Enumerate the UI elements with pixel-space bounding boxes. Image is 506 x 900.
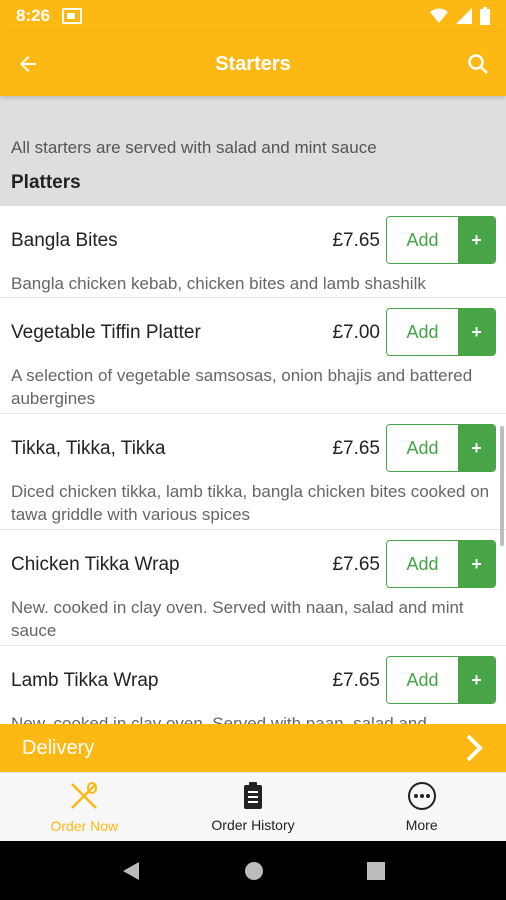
starters-note: All starters are served with salad and m… [11, 138, 377, 157]
menu-list[interactable]: All starters are served with salad and m… [0, 96, 506, 724]
menu-item[interactable]: Chicken Tikka Wrap £7.65 Add + New. cook… [0, 530, 506, 646]
add-button[interactable]: Add [387, 425, 458, 471]
add-button[interactable]: Add [387, 657, 458, 703]
menu-item[interactable]: Lamb Tikka Wrap £7.65 Add + New. cooked … [0, 646, 506, 724]
more-icon [407, 782, 436, 810]
item-description: A selection of vegetable samsosas, onion… [11, 366, 473, 408]
bottom-nav: Order Now Order History More [0, 772, 506, 841]
search-icon [468, 54, 488, 74]
nav-order-now[interactable]: Order Now [0, 773, 169, 841]
status-time: 8:26 [16, 6, 51, 25]
add-control: Add + [386, 308, 496, 356]
plus-button[interactable]: + [458, 657, 495, 703]
add-control: Add + [386, 424, 496, 472]
signal-icon [456, 8, 472, 24]
plus-button[interactable]: + [458, 541, 495, 587]
add-button[interactable]: Add [387, 309, 458, 355]
item-name: Chicken Tikka Wrap [11, 554, 180, 575]
status-icons [430, 7, 490, 25]
delivery-bar[interactable]: Delivery [0, 724, 506, 772]
item-price: £7.00 [332, 322, 380, 343]
add-button[interactable]: Add [387, 217, 458, 263]
add-control: Add + [386, 656, 496, 704]
add-button[interactable]: Add [387, 541, 458, 587]
plus-button[interactable]: + [458, 425, 495, 471]
search-button[interactable] [450, 32, 506, 96]
app-bar: Starters [0, 32, 506, 96]
system-back-icon[interactable] [121, 860, 141, 882]
image-notification-icon [62, 8, 83, 24]
status-bar: 8:26 [0, 0, 506, 32]
nav-label: Order Now [50, 818, 119, 834]
nav-label: Order History [211, 817, 295, 833]
item-price: £7.65 [332, 230, 380, 251]
item-price: £7.65 [332, 438, 380, 459]
menu-item[interactable]: Bangla Bites £7.65 Add + Bangla chicken … [0, 206, 506, 298]
wifi-icon [430, 8, 448, 23]
item-description: New. cooked in clay oven. Served with na… [11, 598, 464, 640]
chevron-right-icon [466, 734, 483, 762]
page-title: Starters [215, 52, 291, 75]
item-name: Lamb Tikka Wrap [11, 670, 159, 691]
system-home-icon[interactable] [244, 861, 264, 881]
menu-item[interactable]: Tikka, Tikka, Tikka £7.65 Add + Diced ch… [0, 414, 506, 530]
menu-item[interactable]: Vegetable Tiffin Platter £7.00 Add + A s… [0, 298, 506, 414]
arrow-left-icon [20, 56, 36, 72]
system-recents-icon[interactable] [366, 861, 385, 880]
plus-button[interactable]: + [458, 217, 495, 263]
nav-label: More [405, 817, 438, 833]
nav-order-history[interactable]: Order History [169, 773, 338, 841]
item-name: Vegetable Tiffin Platter [11, 322, 201, 343]
battery-icon [480, 7, 490, 25]
info-header: All starters are served with salad and m… [0, 96, 506, 206]
item-name: Bangla Bites [11, 230, 118, 251]
delivery-label: Delivery [22, 736, 95, 759]
add-control: Add + [386, 540, 496, 588]
plus-button[interactable]: + [458, 309, 495, 355]
item-description: Bangla chicken kebab, chicken bites and … [11, 274, 426, 293]
back-button[interactable] [0, 32, 56, 96]
item-price: £7.65 [332, 554, 380, 575]
utensils-icon [71, 782, 98, 809]
item-description: New. cooked in clay oven. Served with na… [11, 714, 427, 724]
system-nav [0, 841, 506, 900]
clipboard-icon [244, 782, 262, 809]
section-title: Platters [11, 172, 81, 193]
item-description: Diced chicken tikka, lamb tikka, bangla … [11, 482, 490, 524]
nav-more[interactable]: More [337, 773, 506, 841]
add-control: Add + [386, 216, 496, 264]
item-price: £7.65 [332, 670, 380, 691]
item-name: Tikka, Tikka, Tikka [11, 438, 166, 459]
scrollbar[interactable] [500, 426, 504, 546]
